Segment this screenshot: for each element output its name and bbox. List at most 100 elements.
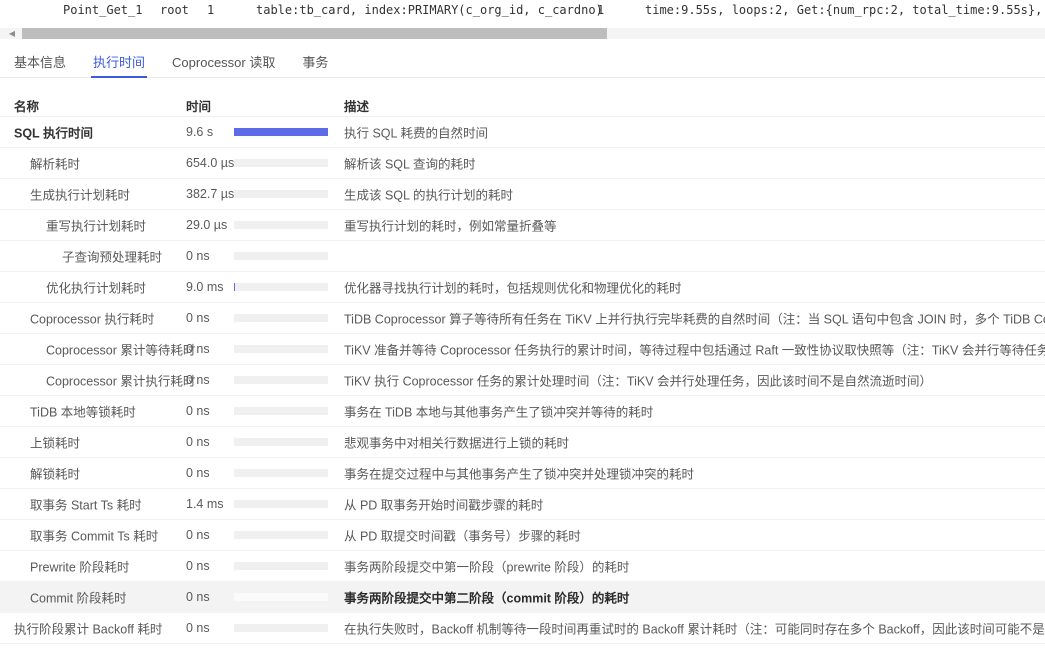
table-row[interactable]: 解析耗时 654.0 µs 解析该 SQL 查询的耗时	[0, 148, 1045, 179]
metric-time: 0 ns	[186, 373, 210, 387]
metric-time: 0 ns	[186, 559, 210, 573]
metric-name: 解析耗时	[30, 154, 80, 173]
table-row[interactable]: Prewrite 阶段耗时 0 ns 事务两阶段提交中第一阶段（prewrite…	[0, 551, 1045, 582]
table-row[interactable]: 上锁耗时 0 ns 悲观事务中对相关行数据进行上锁的耗时	[0, 427, 1045, 458]
table-row[interactable]: 取事务 Commit Ts 耗时 0 ns 从 PD 取提交时间戳（事务号）步骤…	[0, 520, 1045, 551]
tab-coprocessor-read[interactable]: Coprocessor 读取	[172, 46, 275, 78]
metric-bar	[234, 345, 328, 353]
tab-execution-time[interactable]: 执行时间	[93, 46, 145, 78]
metric-name: 子查询预处理耗时	[62, 247, 162, 266]
metric-bar	[234, 221, 328, 229]
scrollbar-thumb[interactable]	[22, 28, 607, 39]
metric-bar	[234, 624, 328, 632]
metric-name: 取事务 Start Ts 耗时	[30, 495, 142, 514]
metric-bar	[234, 500, 328, 508]
table-header-row: 名称 时间 描述	[0, 95, 1045, 117]
metric-bar	[234, 190, 328, 198]
metric-time: 0 ns	[186, 249, 210, 263]
metric-time: 0 ns	[186, 590, 210, 604]
plan-access-object: table:tb_card, index:PRIMARY(c_org_id, c…	[256, 3, 603, 17]
metric-bar-fill	[234, 283, 235, 291]
plan-table-row[interactable]: Point_Get_1 root 1 table:tb_card, index:…	[0, 0, 1045, 24]
metric-description: TiKV 执行 Coprocessor 任务的累计处理时间（注：TiKV 会并行…	[344, 371, 1045, 390]
tab-transaction[interactable]: 事务	[302, 46, 328, 78]
sql-statement-detail-panel: Point_Get_1 root 1 table:tb_card, index:…	[0, 0, 1045, 652]
metric-description: 悲观事务中对相关行数据进行上锁的耗时	[344, 433, 1045, 452]
metric-name: Coprocessor 累计执行耗时	[46, 371, 195, 390]
metric-name: Coprocessor 执行耗时	[30, 309, 154, 328]
table-row[interactable]: 生成执行计划耗时 382.7 µs 生成该 SQL 的执行计划的耗时	[0, 179, 1045, 210]
metric-description: 事务两阶段提交中第一阶段（prewrite 阶段）的耗时	[344, 557, 1045, 576]
metric-description: 生成该 SQL 的执行计划的耗时	[344, 185, 1045, 204]
metric-time: 0 ns	[186, 342, 210, 356]
header-desc: 描述	[344, 96, 369, 115]
metric-description: 解析该 SQL 查询的耗时	[344, 154, 1045, 173]
execution-time-table: 名称 时间 描述 SQL 执行时间 9.6 s 执行 SQL 耗费的自然时间 解…	[0, 95, 1045, 644]
plan-est-rows: 1	[207, 3, 214, 17]
metric-description: 在执行失败时，Backoff 机制等待一段时间再重试时的 Backoff 累计耗…	[344, 619, 1045, 638]
metric-time: 1.4 ms	[186, 497, 224, 511]
metric-description: 从 PD 取事务开始时间戳步骤的耗时	[344, 495, 1045, 514]
table-row[interactable]: Commit 阶段耗时 0 ns 事务两阶段提交中第二阶段（commit 阶段）…	[0, 582, 1045, 613]
metric-name: Coprocessor 累计等待耗时	[46, 340, 195, 359]
metric-time: 382.7 µs	[186, 187, 234, 201]
table-row[interactable]: 取事务 Start Ts 耗时 1.4 ms 从 PD 取事务开始时间戳步骤的耗…	[0, 489, 1045, 520]
metric-time: 9.6 s	[186, 125, 213, 139]
metric-name: 取事务 Commit Ts 耗时	[30, 526, 158, 545]
table-row[interactable]: Coprocessor 执行耗时 0 ns TiDB Coprocessor 算…	[0, 303, 1045, 334]
table-row[interactable]: Coprocessor 累计等待耗时 0 ns TiKV 准备并等待 Copro…	[0, 334, 1045, 365]
metric-bar	[234, 128, 328, 136]
table-body: SQL 执行时间 9.6 s 执行 SQL 耗费的自然时间 解析耗时 654.0…	[0, 117, 1045, 644]
metric-description: 从 PD 取提交时间戳（事务号）步骤的耗时	[344, 526, 1045, 545]
horizontal-scrollbar[interactable]: ◀	[0, 28, 1045, 39]
metric-bar	[234, 376, 328, 384]
table-row[interactable]: Coprocessor 累计执行耗时 0 ns TiKV 执行 Coproces…	[0, 365, 1045, 396]
metric-time: 0 ns	[186, 528, 210, 542]
metric-time: 0 ns	[186, 311, 210, 325]
tab-basic-info[interactable]: 基本信息	[14, 46, 66, 78]
metric-name: 执行阶段累计 Backoff 耗时	[14, 619, 162, 638]
metric-time: 654.0 µs	[186, 156, 234, 170]
scroll-left-arrow-icon[interactable]: ◀	[6, 28, 18, 39]
metric-name: Commit 阶段耗时	[30, 588, 127, 607]
table-row[interactable]: 执行阶段累计 Backoff 耗时 0 ns 在执行失败时，Backoff 机制…	[0, 613, 1045, 644]
metric-bar	[234, 469, 328, 477]
table-row[interactable]: SQL 执行时间 9.6 s 执行 SQL 耗费的自然时间	[0, 117, 1045, 148]
metric-time: 0 ns	[186, 435, 210, 449]
metric-bar	[234, 283, 328, 291]
metric-bar	[234, 438, 328, 446]
detail-tabbar: 基本信息 执行时间 Coprocessor 读取 事务	[0, 46, 1045, 78]
metric-time: 0 ns	[186, 621, 210, 635]
metric-time: 0 ns	[186, 404, 210, 418]
metric-bar	[234, 531, 328, 539]
metric-name: 优化执行计划耗时	[46, 278, 146, 297]
table-row[interactable]: TiDB 本地等锁耗时 0 ns 事务在 TiDB 本地与其他事务产生了锁冲突并…	[0, 396, 1045, 427]
table-row[interactable]: 解锁耗时 0 ns 事务在提交过程中与其他事务产生了锁冲突并处理锁冲突的耗时	[0, 458, 1045, 489]
plan-operator: Point_Get_1	[63, 3, 142, 17]
metric-name: SQL 执行时间	[14, 123, 93, 142]
metric-description: 优化器寻找执行计划的耗时，包括规则优化和物理优化的耗时	[344, 278, 1045, 297]
metric-name: TiDB 本地等锁耗时	[30, 402, 136, 421]
metric-description: 事务在提交过程中与其他事务产生了锁冲突并处理锁冲突的耗时	[344, 464, 1045, 483]
metric-time: 0 ns	[186, 466, 210, 480]
metric-bar	[234, 407, 328, 415]
metric-bar	[234, 593, 328, 601]
metric-description: 执行 SQL 耗费的自然时间	[344, 123, 1045, 142]
metric-bar	[234, 562, 328, 570]
metric-description: TiKV 准备并等待 Coprocessor 任务执行的累计时间，等待过程中包括…	[344, 340, 1045, 359]
header-time: 时间	[186, 96, 211, 115]
table-row[interactable]: 子查询预处理耗时 0 ns	[0, 241, 1045, 272]
plan-act-rows: 1	[597, 3, 604, 17]
metric-description: 事务在 TiDB 本地与其他事务产生了锁冲突并等待的耗时	[344, 402, 1045, 421]
metric-time: 9.0 ms	[186, 280, 224, 294]
plan-task: root	[160, 3, 189, 17]
table-row[interactable]: 优化执行计划耗时 9.0 ms 优化器寻找执行计划的耗时，包括规则优化和物理优化…	[0, 272, 1045, 303]
metric-description: 事务两阶段提交中第二阶段（commit 阶段）的耗时	[344, 588, 1045, 607]
metric-bar	[234, 159, 328, 167]
metric-description: TiDB Coprocessor 算子等待所有任务在 TiKV 上并行执行完毕耗…	[344, 309, 1045, 328]
metric-time: 29.0 µs	[186, 218, 227, 232]
metric-name: 生成执行计划耗时	[30, 185, 130, 204]
metric-name: Prewrite 阶段耗时	[30, 557, 129, 576]
table-row[interactable]: 重写执行计划耗时 29.0 µs 重写执行计划的耗时，例如常量折叠等	[0, 210, 1045, 241]
plan-execution-info: time:9.55s, loops:2, Get:{num_rpc:2, tot…	[645, 3, 1045, 17]
